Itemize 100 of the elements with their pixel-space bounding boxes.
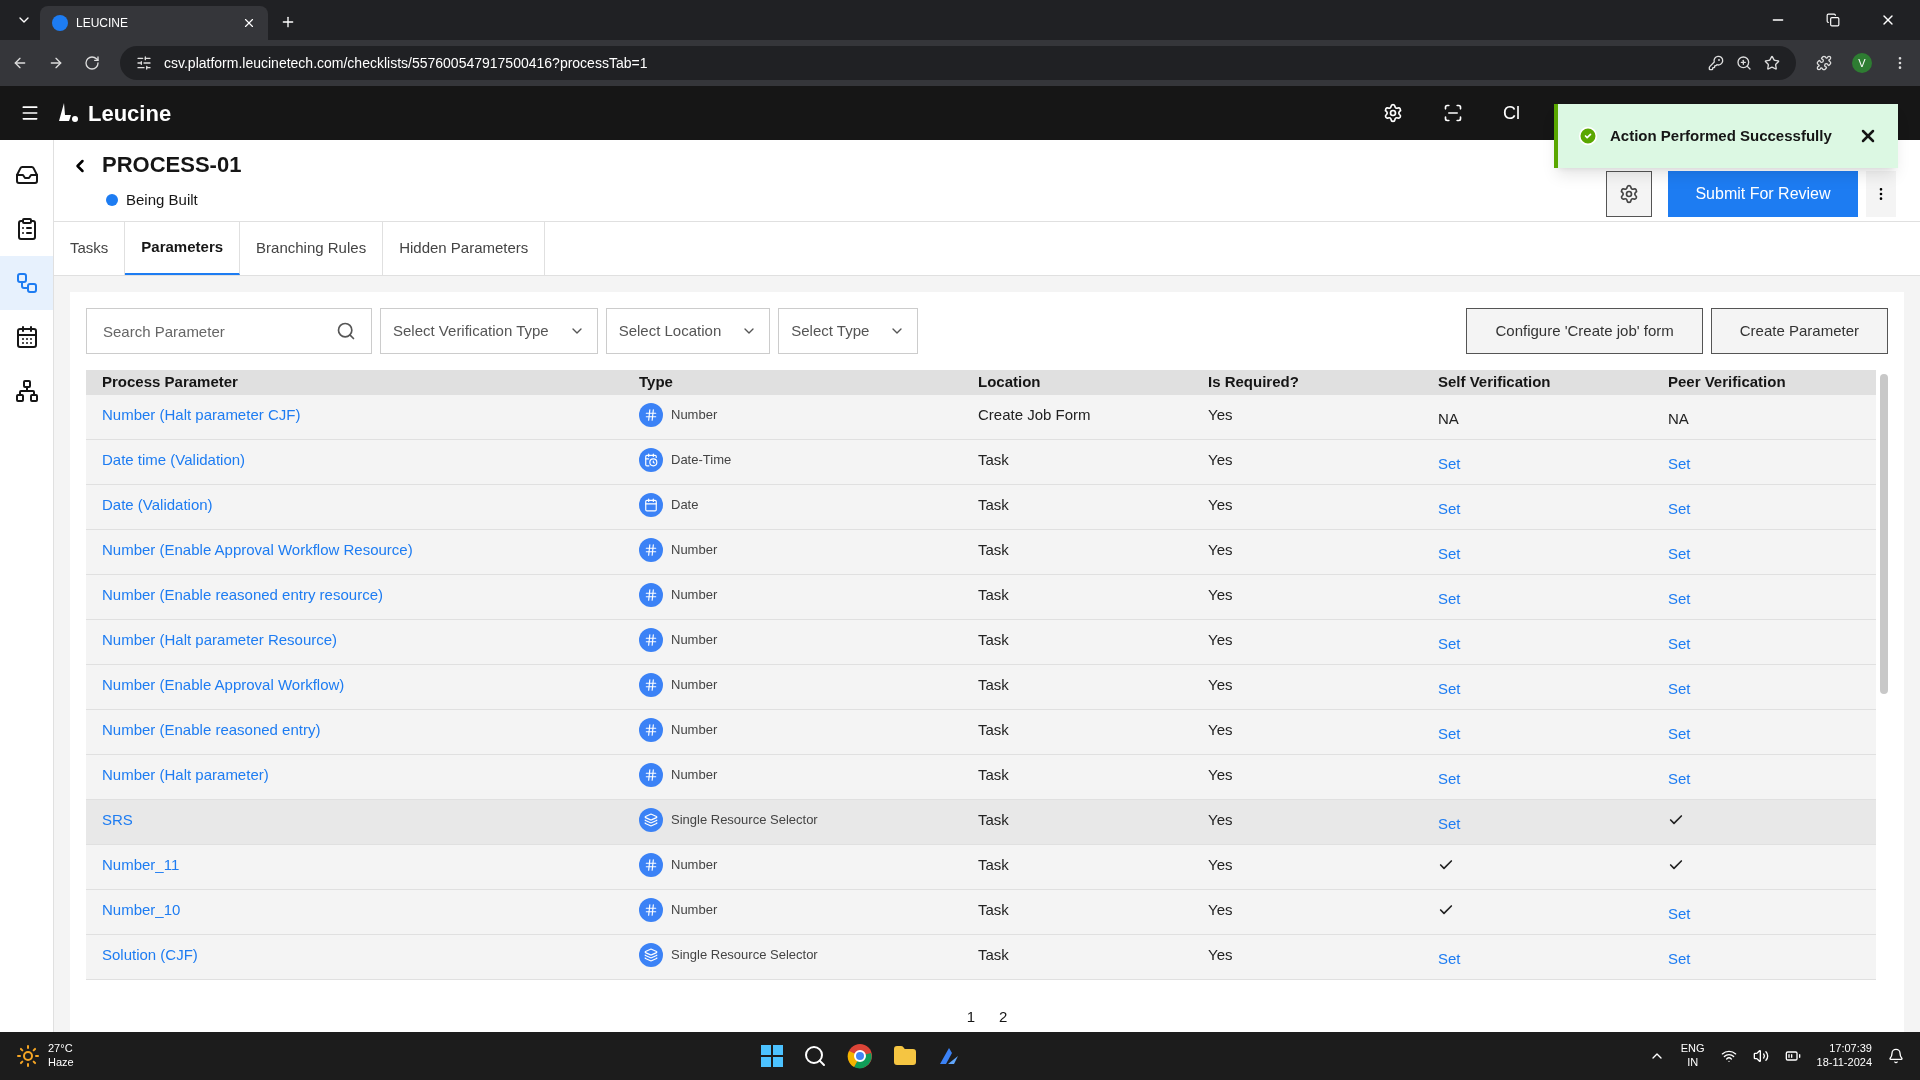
table-cell-text: Date-Time — [671, 451, 732, 470]
key-icon[interactable] — [1708, 55, 1724, 71]
parameter-link[interactable]: Date (Validation) — [102, 496, 213, 513]
flowchart-icon[interactable] — [14, 271, 39, 295]
table-cell: Task — [978, 451, 1009, 468]
back-icon[interactable] — [12, 55, 28, 71]
search-icon[interactable] — [803, 1044, 828, 1068]
parameter-link[interactable]: Date time (Validation) — [102, 451, 246, 468]
parameter-link[interactable]: Number (Enable reasoned entry) — [102, 721, 321, 738]
language-label[interactable]: ENG — [1680, 1042, 1705, 1056]
table-cell: Task — [978, 811, 1009, 828]
number-icon — [639, 898, 663, 922]
parameter-link[interactable]: Number_10 — [102, 901, 181, 918]
folder-icon[interactable] — [893, 1044, 918, 1068]
set-link[interactable]: Set — [1438, 950, 1461, 967]
clock-date: 18-11-2024 — [1816, 1056, 1872, 1070]
action-button[interactable]: Configure 'Create job' form — [1466, 308, 1703, 354]
table-cell: Task — [978, 631, 1009, 648]
parameter-link[interactable]: Number (Enable Approval Workflow) — [102, 676, 345, 693]
battery-icon[interactable] — [1784, 1048, 1801, 1064]
parameter-link[interactable]: Number (Halt parameter Resource) — [102, 631, 338, 648]
set-link[interactable]: Set — [1668, 725, 1691, 742]
filter-dropdown[interactable]: Select Location — [605, 308, 771, 354]
settings-icon — [1619, 184, 1639, 204]
forward-icon[interactable] — [48, 55, 64, 71]
settings-icon[interactable] — [1383, 103, 1403, 123]
set-link[interactable]: Set — [1668, 590, 1691, 607]
column-header: Is Required? — [1207, 372, 1300, 393]
parameter-link[interactable]: Solution (CJF) — [102, 946, 198, 963]
reload-icon[interactable] — [84, 55, 100, 71]
calendar-icon[interactable] — [14, 325, 39, 349]
browser-tab[interactable]: LEUCINE — [40, 6, 268, 40]
table-cell-text: Number — [671, 901, 718, 920]
extensions-icon[interactable] — [1816, 55, 1832, 71]
set-link[interactable]: Set — [1438, 500, 1461, 517]
table-cell: Yes — [1208, 631, 1233, 648]
table-cell-text: Number — [671, 766, 718, 785]
set-link[interactable]: Set — [1438, 590, 1461, 607]
notification-icon[interactable] — [1888, 1048, 1904, 1064]
parameter-link[interactable]: Number (Halt parameter CJF) — [102, 406, 301, 423]
scan-icon[interactable] — [1443, 103, 1463, 123]
submit-button[interactable]: Submit For Review — [1668, 171, 1858, 217]
table-cell: Yes — [1208, 901, 1233, 918]
number-icon — [639, 628, 663, 652]
hierarchy-icon[interactable] — [14, 379, 39, 403]
volume-icon[interactable] — [1752, 1048, 1769, 1064]
set-link[interactable]: Set — [1438, 815, 1461, 832]
table-cell: Yes — [1208, 721, 1233, 738]
inbox-icon[interactable] — [14, 163, 39, 187]
table-cell: Task — [978, 946, 1009, 963]
set-link[interactable]: Set — [1668, 635, 1691, 652]
set-link[interactable]: Set — [1668, 455, 1691, 472]
set-link[interactable]: Set — [1668, 770, 1691, 787]
close-icon[interactable] — [242, 16, 256, 30]
wifi-icon[interactable] — [1720, 1048, 1737, 1064]
set-link[interactable]: Set — [1438, 545, 1461, 562]
new-tab-icon[interactable] — [280, 14, 296, 30]
start-icon[interactable] — [761, 1045, 784, 1067]
tab[interactable]: Branching Rules — [240, 222, 384, 275]
nav-item[interactable]: Cl — [1503, 99, 1520, 127]
parameter-link[interactable]: Number (Enable Approval Workflow Resource) — [102, 541, 413, 558]
set-link[interactable]: Set — [1438, 680, 1461, 697]
column-header: Type — [638, 372, 674, 393]
search-field[interactable]: Search Parameter — [86, 308, 372, 354]
set-link[interactable]: Set — [1668, 500, 1691, 517]
parameter-link[interactable]: SRS — [102, 811, 133, 828]
parameter-link[interactable]: Number (Halt parameter) — [102, 766, 269, 783]
set-link[interactable]: Set — [1668, 905, 1691, 922]
profile-avatar[interactable]: V — [1852, 53, 1872, 73]
zoom-icon[interactable] — [1736, 55, 1752, 71]
set-link[interactable]: Set — [1668, 680, 1691, 697]
region-label[interactable]: IN — [1687, 1056, 1699, 1070]
set-link[interactable]: Set — [1668, 545, 1691, 562]
filter-dropdown[interactable]: Select Verification Type — [380, 308, 598, 354]
browser-icon[interactable] — [847, 1043, 874, 1069]
page-button[interactable]: 2 — [999, 1006, 1008, 1033]
set-link[interactable]: Set — [1668, 950, 1691, 967]
set-link[interactable]: Set — [1438, 725, 1461, 742]
table-cell-text: Number — [671, 586, 718, 605]
set-link[interactable]: Set — [1438, 635, 1461, 652]
restore-icon[interactable] — [1826, 13, 1840, 27]
scrollbar[interactable] — [1880, 374, 1888, 694]
set-link[interactable]: Set — [1438, 770, 1461, 787]
action-button[interactable]: Create Parameter — [1710, 308, 1888, 354]
filter-dropdown[interactable]: Select Type — [778, 308, 919, 354]
tab[interactable]: Tasks — [54, 222, 126, 275]
tab[interactable]: Hidden Parameters — [383, 222, 546, 275]
table-cell-text: Number — [671, 721, 718, 740]
parameter-link[interactable]: Number_11 — [102, 856, 180, 873]
bookmark-icon[interactable] — [1764, 55, 1780, 71]
parameter-link[interactable]: Number (Enable reasoned entry resource) — [102, 586, 383, 603]
site-info-icon[interactable] — [136, 55, 152, 71]
menu-icon[interactable] — [20, 103, 40, 123]
table-cell: Task — [978, 856, 1009, 873]
set-link[interactable]: Set — [1438, 455, 1461, 472]
table-cell: Yes — [1208, 811, 1233, 828]
table-cell: Task — [978, 766, 1009, 783]
number-icon — [639, 853, 663, 877]
settings-button[interactable] — [1606, 171, 1652, 217]
address-field[interactable]: csv.platform.leucinetech.com/checklists/557600547917500416?processTab=1 — [120, 46, 1796, 80]
